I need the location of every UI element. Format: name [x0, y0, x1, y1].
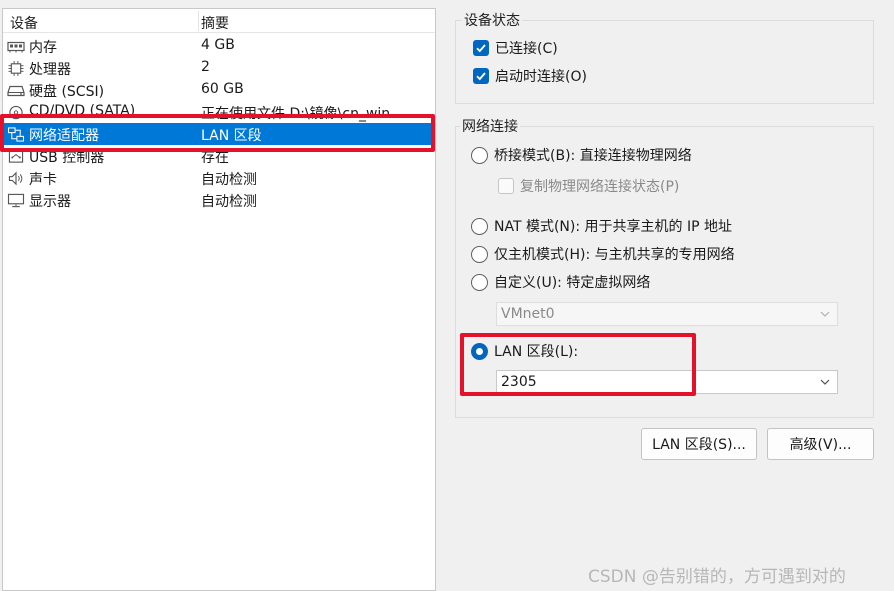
device-row-memory[interactable]: 内存 4 GB [3, 35, 435, 57]
network-adapter-icon [6, 126, 26, 142]
lan-segments-button[interactable]: LAN 区段(S)... [641, 428, 757, 460]
checkbox-unchecked-icon[interactable] [498, 178, 514, 194]
device-name: 硬盘 (SCSI) [29, 84, 105, 100]
custom-network-radio[interactable]: 自定义(U): 特定虚拟网络 [471, 271, 650, 293]
network-connection-title: 网络连接 [460, 116, 520, 136]
radio-unselected-icon[interactable] [471, 146, 488, 164]
column-divider[interactable] [198, 11, 199, 31]
device-summary: 4 GB [201, 37, 235, 53]
device-name: CD/DVD (SATA) [29, 103, 136, 119]
usb-controller-icon [6, 148, 26, 164]
connect-at-power-on-label: 启动时连接(O) [495, 69, 587, 85]
device-name: 显示器 [29, 194, 71, 210]
device-row-display[interactable]: 显示器 自动检测 [3, 189, 435, 211]
memory-icon [6, 38, 26, 54]
device-summary: 2 [201, 59, 210, 75]
processor-icon [6, 60, 26, 76]
watermark: CSDN @告别错的，方可遇到对的 [588, 567, 846, 587]
device-list-header: 设备 摘要 [3, 9, 435, 33]
device-row-sound-card[interactable]: 声卡 自动检测 [3, 167, 435, 189]
device-name: 网络适配器 [29, 128, 99, 144]
device-row-network-adapter[interactable]: 网络适配器 LAN 区段 [3, 123, 435, 145]
device-summary: 自动检测 [201, 194, 257, 210]
custom-network-label: 自定义(U): 特定虚拟网络 [494, 275, 651, 291]
device-summary: 60 GB [201, 81, 244, 97]
host-only-label: 仅主机模式(H): 与主机共享的专用网络 [494, 247, 735, 263]
chevron-down-icon [820, 379, 830, 385]
device-list: 设备 摘要 内存 4 GB 处理器 2 硬盘 (SCSI) 60 GB CD/D… [2, 8, 436, 591]
lan-segment-dropdown-value: 2305 [501, 374, 537, 390]
replicate-physical-state-checkbox[interactable]: 复制物理网络连接状态(P) [498, 175, 679, 197]
lan-segment-label: LAN 区段(L): [494, 344, 579, 360]
chevron-down-icon [820, 311, 830, 317]
nat-mode-label: NAT 模式(N): 用于共享主机的 IP 地址 [494, 219, 732, 235]
device-summary: LAN 区段 [201, 128, 262, 144]
radio-unselected-icon[interactable] [471, 217, 488, 235]
replicate-physical-state-label: 复制物理网络连接状态(P) [520, 179, 680, 195]
device-row-usb-controller[interactable]: USB 控制器 存在 [3, 145, 435, 167]
device-name: 处理器 [29, 62, 71, 78]
lan-segment-radio[interactable]: LAN 区段(L): [471, 340, 578, 362]
radio-unselected-icon[interactable] [471, 273, 488, 291]
connected-label: 已连接(C) [495, 41, 558, 57]
device-status-group [455, 20, 874, 104]
host-only-radio[interactable]: 仅主机模式(H): 与主机共享的专用网络 [471, 243, 735, 265]
sound-card-icon [6, 170, 26, 186]
connected-checkbox[interactable]: 已连接(C) [473, 37, 558, 59]
device-name: USB 控制器 [29, 150, 105, 166]
display-icon [6, 192, 26, 208]
radio-unselected-icon[interactable] [471, 245, 488, 263]
vmnet-dropdown-value: VMnet0 [501, 306, 555, 322]
device-row-cd-dvd[interactable]: CD/DVD (SATA) 正在使用文件 D:\镜像\cn_win... [3, 101, 435, 123]
device-summary: 正在使用文件 D:\镜像\cn_win... [201, 106, 404, 122]
hard-disk-icon [6, 82, 26, 98]
checkbox-checked-icon[interactable] [473, 40, 489, 56]
bridged-mode-radio[interactable]: 桥接模式(B): 直接连接物理网络 [471, 144, 692, 166]
device-status-title: 设备状态 [462, 10, 522, 30]
connect-at-power-on-checkbox[interactable]: 启动时连接(O) [473, 65, 587, 87]
radio-selected-icon[interactable] [471, 342, 488, 360]
device-summary: 自动检测 [201, 172, 257, 188]
column-header-summary[interactable]: 摘要 [201, 13, 229, 33]
device-name: 内存 [29, 40, 57, 56]
device-name: 声卡 [29, 172, 57, 188]
cd-dvd-icon [6, 104, 26, 120]
checkbox-checked-icon[interactable] [473, 68, 489, 84]
lan-segment-dropdown[interactable]: 2305 [496, 370, 838, 394]
device-row-processor[interactable]: 处理器 2 [3, 57, 435, 79]
column-header-device[interactable]: 设备 [10, 13, 38, 33]
nat-mode-radio[interactable]: NAT 模式(N): 用于共享主机的 IP 地址 [471, 215, 732, 237]
bridged-mode-label: 桥接模式(B): 直接连接物理网络 [494, 148, 692, 164]
advanced-button[interactable]: 高级(V)... [767, 428, 874, 460]
vmnet-dropdown[interactable]: VMnet0 [496, 302, 838, 326]
device-summary: 存在 [201, 150, 229, 166]
device-row-hard-disk[interactable]: 硬盘 (SCSI) 60 GB [3, 79, 435, 101]
